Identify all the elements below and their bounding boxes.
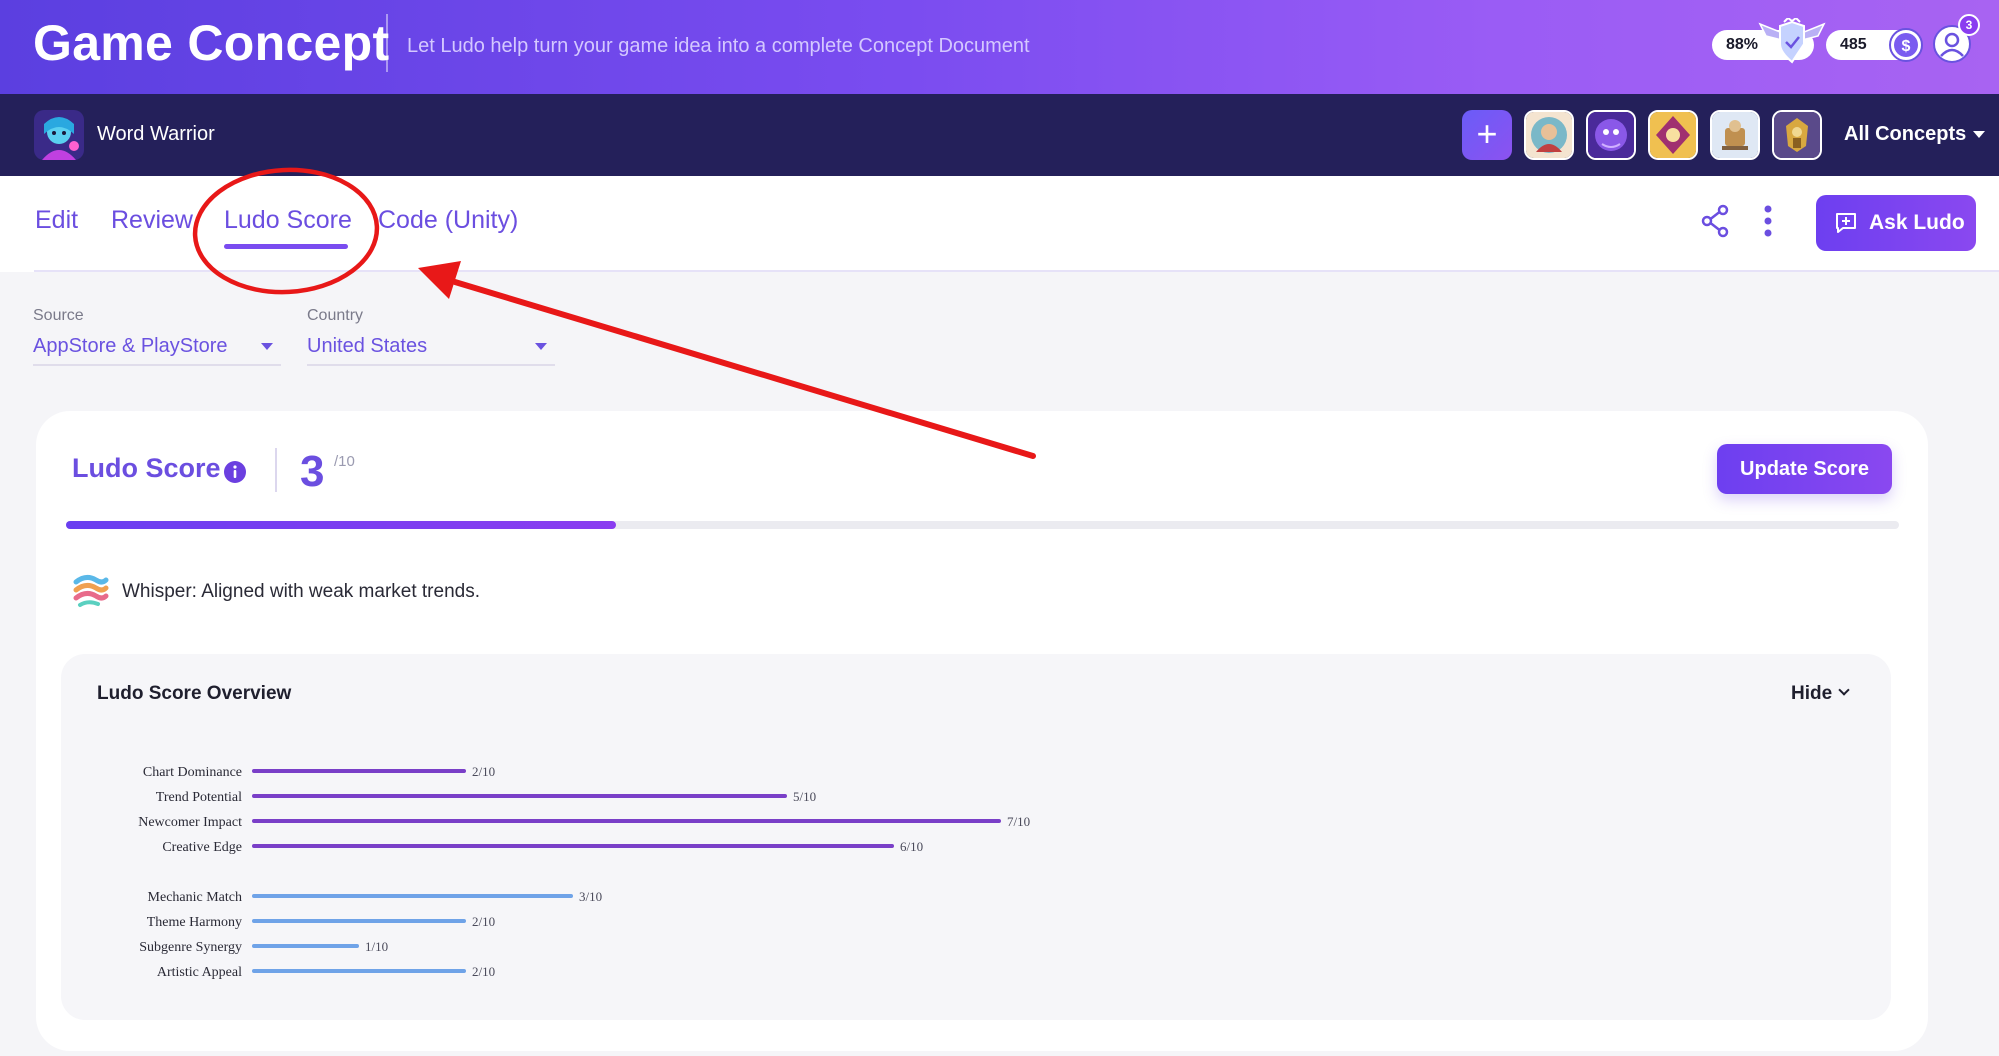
bar: [252, 819, 1001, 823]
bar-label: Creative Edge: [162, 840, 242, 855]
bar-value-label: 2/10: [472, 914, 495, 929]
bar-value-label: 2/10: [472, 964, 495, 979]
bar: [252, 894, 573, 898]
bar: [252, 969, 466, 973]
bar-value-label: 5/10: [793, 789, 816, 804]
bar: [252, 794, 787, 798]
bar: [252, 844, 894, 848]
score-overview-chart: Chart Dominance 2/10 Trend Potential 5/10 Ne…: [138, 764, 1030, 980]
bar-value-label: 7/10: [1007, 814, 1030, 829]
bar-label: Trend Potential: [156, 790, 242, 805]
bar-label: Mechanic Match: [148, 890, 242, 905]
bar-label: Theme Harmony: [147, 915, 242, 930]
bar-value-label: 1/10: [365, 939, 388, 954]
bar-value-label: 2/10: [472, 764, 495, 779]
bar: [252, 944, 359, 948]
bar-value-label: 6/10: [900, 839, 923, 854]
bar: [252, 919, 466, 923]
bar: [252, 769, 466, 773]
bar-label: Chart Dominance: [143, 765, 242, 780]
bar-label: Newcomer Impact: [138, 815, 242, 830]
bar-label: Artistic Appeal: [157, 965, 242, 980]
bar-label: Subgenre Synergy: [139, 940, 242, 955]
bar-value-label: 3/10: [579, 889, 602, 904]
